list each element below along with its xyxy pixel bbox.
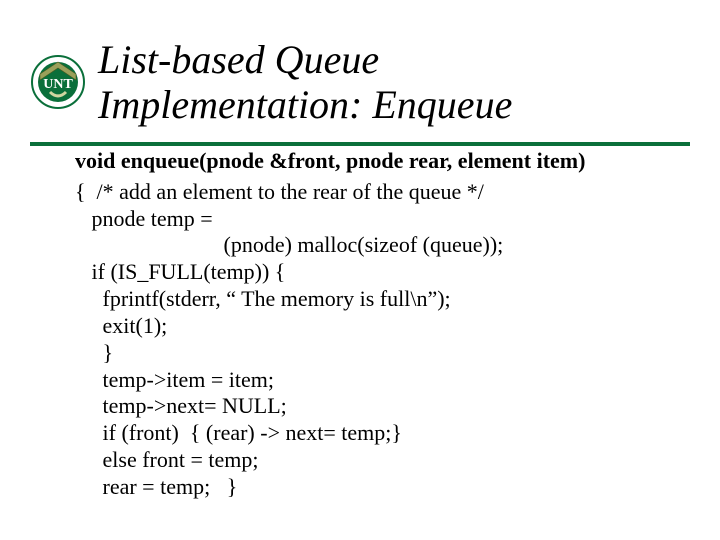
code-line: rear = temp; } [75,474,695,501]
code-line: fprintf(stderr, “ The memory is full\n”)… [75,286,695,313]
unt-logo: UNT [28,52,88,112]
title-divider [30,142,690,146]
code-line: else front = temp; [75,447,695,474]
code-line: temp->next= NULL; [75,393,695,420]
code-line: } [75,340,695,367]
code-line: if (IS_FULL(temp)) { [75,259,695,286]
code-line: pnode temp = [75,206,695,233]
code-line: exit(1); [75,313,695,340]
code-line: if (front) { (rear) -> next= temp;} [75,420,695,447]
code-block: { /* add an element to the rear of the q… [75,179,695,501]
slide-title-line1: List-based Queue [98,38,678,83]
function-signature: void enqueue(pnode &front, pnode rear, e… [75,148,695,175]
slide-title-line2: Implementation: Enqueue [98,83,678,128]
slide: UNT List-based Queue Implementation: Enq… [0,0,720,540]
code-line: { /* add an element to the rear of the q… [75,179,695,206]
body-content: void enqueue(pnode &front, pnode rear, e… [75,148,695,501]
title-block: List-based Queue Implementation: Enqueue [98,38,678,128]
code-line: temp->item = item; [75,367,695,394]
code-line: (pnode) malloc(sizeof (queue)); [75,232,695,259]
svg-text:UNT: UNT [43,77,73,92]
